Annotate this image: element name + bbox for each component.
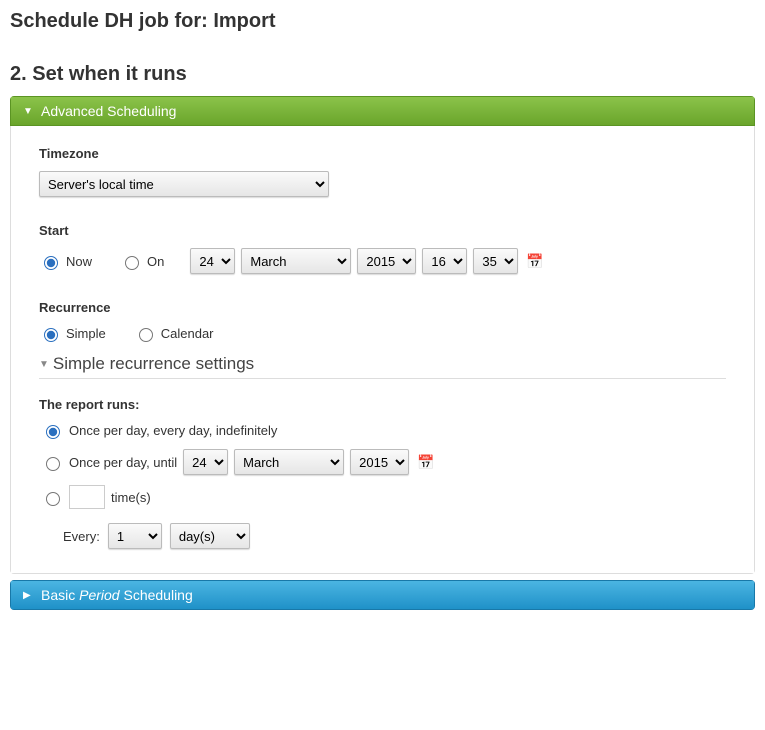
start-on-label: On <box>147 254 164 269</box>
start-hour-select[interactable]: 16 <box>422 248 467 274</box>
start-now-option[interactable]: Now <box>39 253 92 270</box>
start-year-select[interactable]: 2015 <box>357 248 416 274</box>
advanced-panel-body: Timezone Server's local time Start Now O… <box>10 126 755 574</box>
start-label: Start <box>39 223 726 238</box>
start-minute-select[interactable]: 35 <box>473 248 518 274</box>
simple-settings-title: Simple recurrence settings <box>53 354 254 374</box>
runs-times-radio[interactable] <box>46 492 60 506</box>
start-now-radio[interactable] <box>44 256 58 270</box>
advanced-panel-title: Advanced Scheduling <box>41 103 176 119</box>
until-day-select[interactable]: 24 <box>183 449 228 475</box>
every-count-select[interactable]: 1 <box>108 523 162 549</box>
runs-times-option[interactable]: time(s) <box>41 485 726 509</box>
timezone-section: Timezone Server's local time <box>39 146 726 197</box>
advanced-scheduling-panel: ▼ Advanced Scheduling Timezone Server's … <box>10 96 755 574</box>
basic-panel-title: Basic Period Scheduling <box>41 587 193 603</box>
timezone-select[interactable]: Server's local time <box>39 171 329 197</box>
basic-panel-header[interactable]: ▶ Basic Period Scheduling <box>10 580 755 610</box>
runs-until-label: Once per day, until <box>69 455 177 470</box>
runs-indefinitely-radio[interactable] <box>46 425 60 439</box>
until-year-select[interactable]: 2015 <box>350 449 409 475</box>
runs-indefinitely-label: Once per day, every day, indefinitely <box>69 423 277 438</box>
start-now-label: Now <box>66 254 92 269</box>
every-unit-select[interactable]: day(s) <box>170 523 250 549</box>
basic-title-suffix: Scheduling <box>120 587 193 603</box>
start-section: Start Now On 24 March 2015 16 <box>39 223 726 274</box>
calendar-icon[interactable]: 📅 <box>417 454 434 471</box>
start-day-select[interactable]: 24 <box>190 248 235 274</box>
start-on-option[interactable]: On <box>120 253 164 270</box>
basic-title-em: Period <box>79 587 119 603</box>
expand-icon: ▶ <box>23 590 33 601</box>
every-row: Every: 1 day(s) <box>41 523 726 549</box>
collapse-icon: ▼ <box>23 106 33 117</box>
recurrence-section: Recurrence Simple Calendar <box>39 300 726 342</box>
every-label: Every: <box>63 529 100 544</box>
runs-indefinitely-option[interactable]: Once per day, every day, indefinitely <box>41 422 726 439</box>
simple-settings-header[interactable]: ▼ Simple recurrence settings <box>39 354 726 379</box>
runs-until-option[interactable]: Once per day, until 24 March 2015 📅 <box>41 449 726 475</box>
times-suffix-label: time(s) <box>111 490 151 505</box>
recurrence-calendar-radio[interactable] <box>139 328 153 342</box>
basic-title-prefix: Basic <box>41 587 79 603</box>
times-input[interactable] <box>69 485 105 509</box>
start-on-radio[interactable] <box>125 256 139 270</box>
recurrence-simple-label: Simple <box>66 326 106 341</box>
runs-label: The report runs: <box>39 397 726 412</box>
advanced-panel-header[interactable]: ▼ Advanced Scheduling <box>10 96 755 126</box>
calendar-icon[interactable]: 📅 <box>526 253 543 270</box>
chevron-down-icon: ▼ <box>39 359 49 370</box>
until-month-select[interactable]: March <box>234 449 344 475</box>
recurrence-simple-radio[interactable] <box>44 328 58 342</box>
recurrence-label: Recurrence <box>39 300 726 315</box>
basic-scheduling-panel: ▶ Basic Period Scheduling <box>10 580 755 610</box>
start-month-select[interactable]: March <box>241 248 351 274</box>
recurrence-calendar-label: Calendar <box>161 326 214 341</box>
recurrence-calendar-option[interactable]: Calendar <box>134 325 214 342</box>
runs-until-radio[interactable] <box>46 457 60 471</box>
page-title: Schedule DH job for: Import <box>10 10 755 33</box>
timezone-label: Timezone <box>39 146 726 161</box>
step-title: 2. Set when it runs <box>10 63 755 86</box>
recurrence-simple-option[interactable]: Simple <box>39 325 106 342</box>
runs-options: Once per day, every day, indefinitely On… <box>39 422 726 549</box>
